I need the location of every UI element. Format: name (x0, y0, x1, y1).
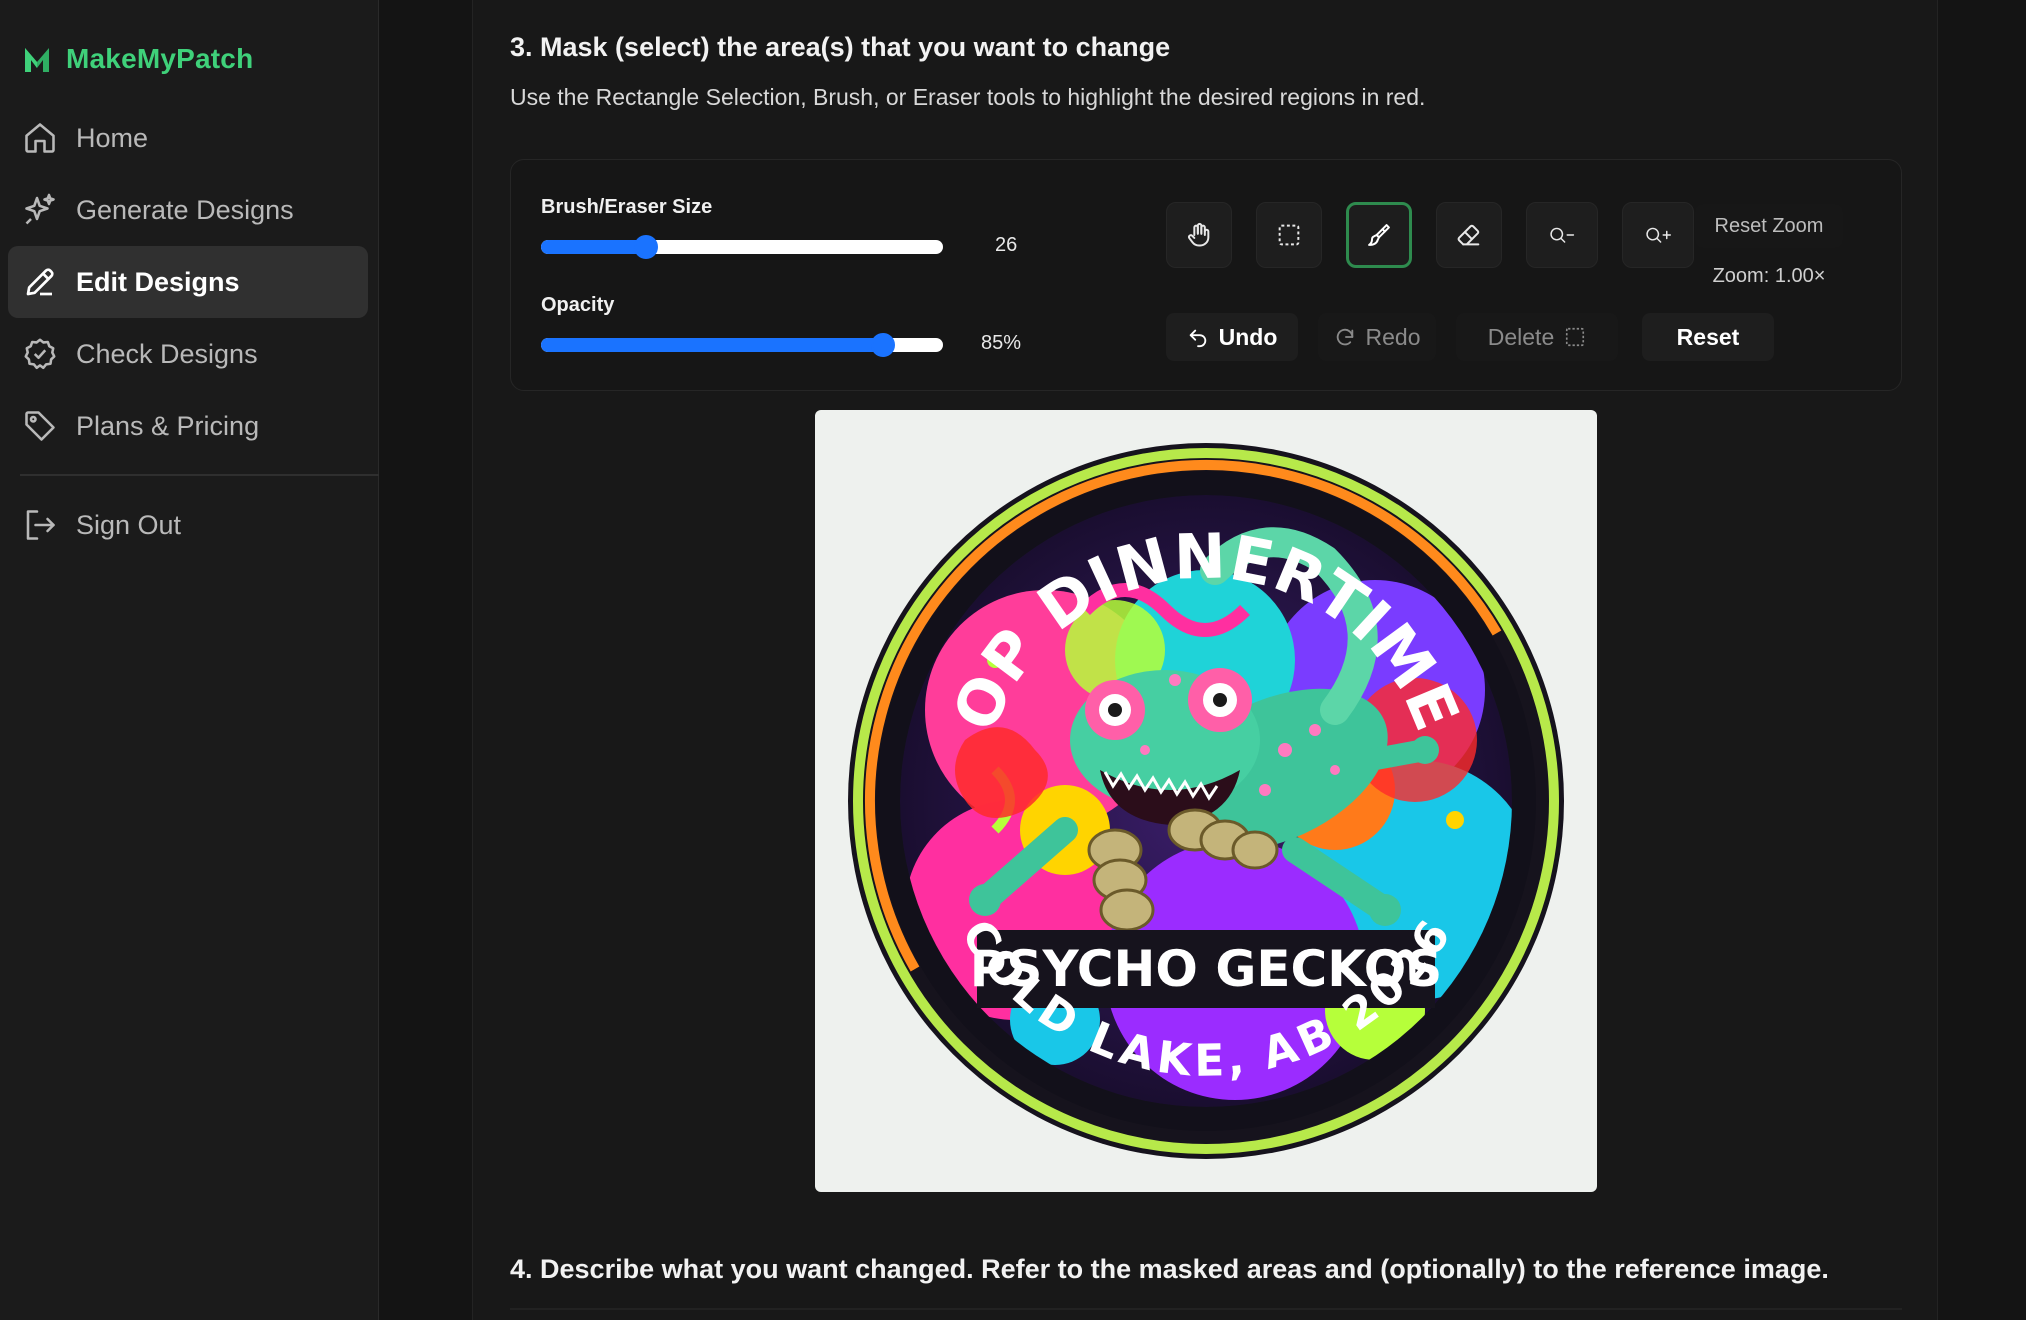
brush-size-fill (541, 240, 646, 254)
brush-tool-button[interactable] (1346, 202, 1412, 268)
reset-zoom-button[interactable]: Reset Zoom (1695, 204, 1843, 248)
redo-button[interactable]: Redo (1318, 313, 1436, 361)
rectangle-select-tool-button[interactable] (1256, 202, 1322, 268)
pencil-icon (26, 268, 54, 296)
undo-button[interactable]: Undo (1166, 313, 1298, 361)
opacity-slider[interactable] (541, 333, 943, 357)
sidebar-item-label: Generate Designs (76, 194, 294, 225)
delete-label: Delete (1487, 323, 1555, 350)
rectangle-select-icon (1278, 224, 1300, 246)
sidebar-item-home[interactable]: Home (8, 102, 368, 174)
brush-size-slider[interactable] (541, 235, 943, 259)
sidebar-item-label: Plans & Pricing (76, 410, 260, 441)
sidebar-item-label: Edit Designs (76, 266, 240, 297)
zoom-in-button[interactable] (1622, 202, 1694, 268)
sidebar-item-label: Check Designs (76, 338, 258, 369)
home-icon (25, 123, 55, 153)
brand-name: MakeMyPatch (66, 43, 254, 74)
sidebar-item-plans-pricing[interactable]: Plans & Pricing (8, 390, 368, 462)
opacity-label: Opacity (541, 294, 615, 316)
brush-size-value: 26 (995, 234, 1018, 256)
patch-emblem-illustration: PSYCHO GECKOS OP DINNERTIME COLD LAKE, A… (848, 443, 1564, 1159)
step3-description: Use the Rectangle Selection, Brush, or E… (510, 84, 1426, 110)
sign-out-button[interactable]: Sign Out (8, 489, 368, 561)
sidebar-item-edit-designs[interactable]: Edit Designs (8, 246, 368, 318)
opacity-thumb[interactable] (870, 333, 895, 357)
zoom-out-icon (1550, 227, 1575, 243)
brush-icon (1368, 224, 1390, 246)
sign-out-label: Sign Out (76, 509, 182, 540)
step3-title: 3. Mask (select) the area(s) that you wa… (510, 32, 1171, 62)
zoom-level-readout: Zoom: 1.00× (1712, 264, 1826, 287)
eraser-icon (1457, 224, 1480, 246)
patch-image: PSYCHO GECKOS OP DINNERTIME COLD LAKE, A… (848, 443, 1564, 1159)
delete-selection-button[interactable]: Delete (1456, 313, 1618, 361)
undo-label: Undo (1218, 323, 1278, 350)
zoom-in-icon (1646, 227, 1671, 243)
opacity-fill (541, 338, 883, 352)
redo-label: Redo (1365, 323, 1421, 350)
selection-box-icon (1566, 327, 1585, 347)
step4-input-edge (510, 1308, 1902, 1310)
hand-icon (1188, 223, 1210, 247)
sidebar-item-generate-designs[interactable]: Generate Designs (8, 174, 368, 246)
brush-size-thumb[interactable] (633, 235, 658, 259)
sidebar-divider (20, 474, 379, 476)
logout-icon (26, 510, 55, 540)
signout-nav: Sign Out (8, 489, 368, 561)
brand[interactable]: MakeMyPatch (22, 42, 253, 76)
sidebar-nav: Home Generate Designs Edit Designs Check… (8, 102, 368, 462)
opacity-value: 85% (981, 332, 1022, 354)
redo-icon (1336, 328, 1353, 346)
brand-logo-icon (25, 48, 49, 72)
undo-icon (1189, 329, 1206, 348)
sparkles-icon (25, 193, 55, 225)
reset-button[interactable]: Reset (1642, 313, 1774, 361)
mask-canvas[interactable]: PSYCHO GECKOS OP DINNERTIME COLD LAKE, A… (815, 410, 1597, 1192)
eraser-tool-button[interactable] (1436, 202, 1502, 268)
zoom-out-button[interactable] (1526, 202, 1598, 268)
main-content: 3. Mask (select) the area(s) that you wa… (472, 0, 1938, 1320)
sidebar-item-check-designs[interactable]: Check Designs (8, 318, 368, 390)
sidebar-item-label: Home (76, 122, 149, 153)
brush-size-label: Brush/Eraser Size (541, 196, 713, 218)
sidebar: MakeMyPatch Home Generate Designs Edit D… (0, 0, 379, 1320)
check-badge-icon (24, 338, 56, 370)
mask-toolbar: Brush/Eraser Size 26 Opacity 85% Reset Z… (510, 159, 1902, 391)
hand-tool-button[interactable] (1166, 202, 1232, 268)
step4-title: 4. Describe what you want changed. Refer… (510, 1254, 1829, 1284)
tag-icon (25, 411, 55, 441)
